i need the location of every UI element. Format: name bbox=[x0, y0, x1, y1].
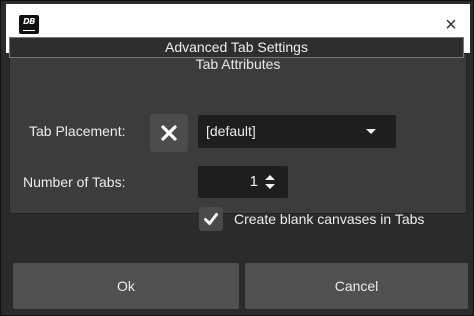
number-of-tabs-spinbox[interactable]: 1 bbox=[198, 166, 288, 198]
tab-placement-value: [default] bbox=[206, 123, 256, 139]
chevron-down-icon bbox=[366, 129, 376, 134]
section-header: Advanced Tab Settings bbox=[9, 37, 464, 58]
app-logo-icon: DB bbox=[19, 15, 39, 34]
create-blank-canvases-label[interactable]: Create blank canvases in Tabs bbox=[234, 211, 424, 227]
dialog-window: DB × Tab Attributes Advanced Tab Setting… bbox=[0, 0, 474, 316]
tab-placement-select[interactable]: [default] bbox=[198, 115, 396, 148]
panel-title: Tab Attributes bbox=[195, 56, 281, 72]
spin-arrows-icon[interactable] bbox=[264, 173, 276, 191]
close-button[interactable]: × bbox=[440, 14, 462, 36]
x-icon bbox=[161, 125, 177, 141]
number-of-tabs-value: 1 bbox=[249, 173, 258, 190]
ok-button[interactable]: Ok bbox=[13, 263, 239, 309]
checkmark-icon bbox=[204, 213, 218, 225]
number-of-tabs-label: Number of Tabs: bbox=[23, 174, 126, 190]
tab-placement-label: Tab Placement: bbox=[29, 123, 126, 139]
cancel-button[interactable]: Cancel bbox=[245, 263, 468, 309]
clear-placement-button[interactable] bbox=[150, 114, 188, 152]
create-blank-canvases-checkbox[interactable] bbox=[199, 207, 223, 231]
